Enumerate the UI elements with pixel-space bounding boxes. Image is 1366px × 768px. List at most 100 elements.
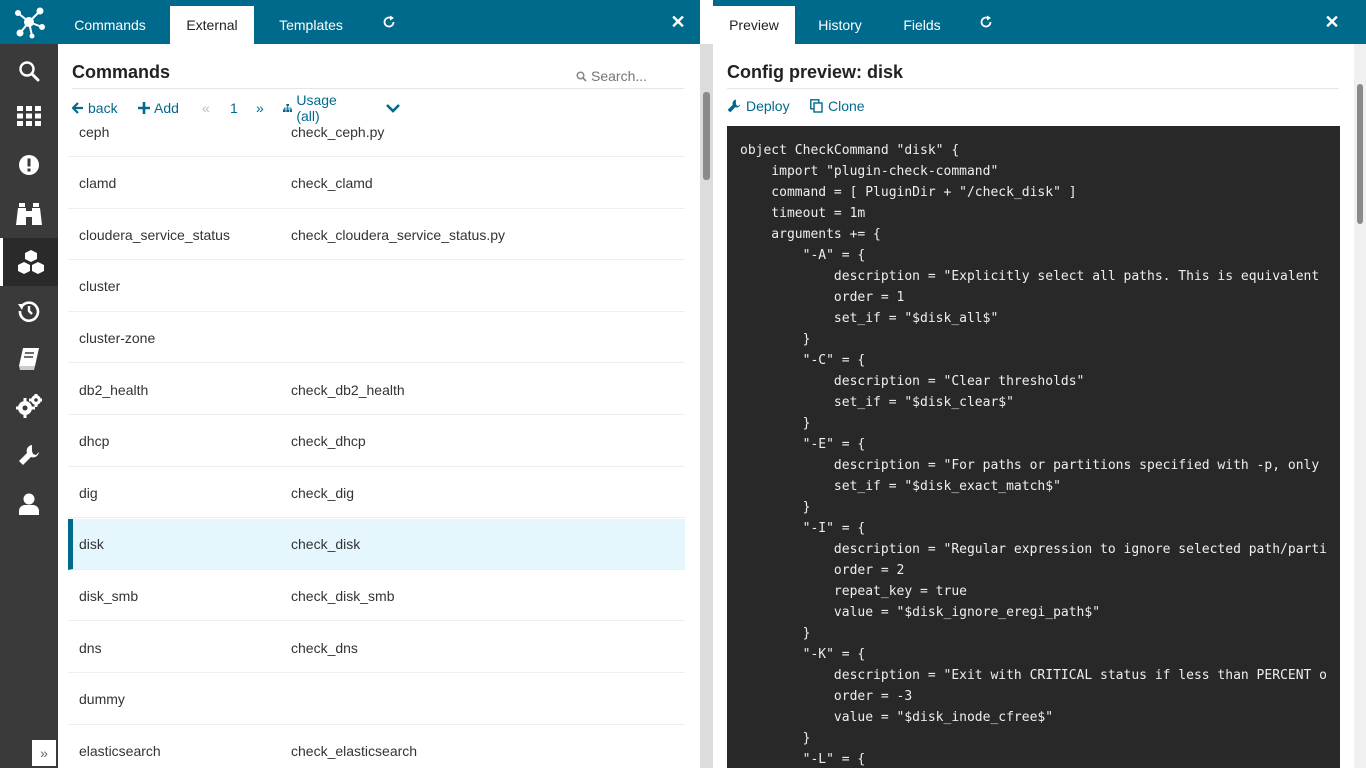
right-scrollbar-thumb[interactable] xyxy=(1357,84,1363,224)
nav-overview[interactable] xyxy=(0,190,58,238)
search-icon xyxy=(576,70,587,82)
table-row[interactable]: clamd check_clamd xyxy=(68,158,685,209)
table-row[interactable]: cluster xyxy=(68,261,685,312)
left-scrollbar[interactable] xyxy=(700,44,713,768)
main-sidebar: » xyxy=(0,0,58,768)
preview-panel: Preview History Fields ✕ Config preview:… xyxy=(713,0,1366,768)
nav-documentation[interactable] xyxy=(0,335,58,383)
table-row[interactable]: dns check_dns xyxy=(68,622,685,673)
nav-director[interactable] xyxy=(0,238,58,286)
command-executable: check_db2_health xyxy=(291,381,405,398)
table-row[interactable]: ceph check_ceph.py xyxy=(68,106,685,157)
tab-history[interactable]: History xyxy=(803,6,877,44)
wrench-icon xyxy=(727,99,741,113)
clone-label: Clone xyxy=(828,98,865,114)
command-name: dummy xyxy=(79,691,125,708)
nav-configuration[interactable] xyxy=(0,382,58,430)
command-executable: check_dns xyxy=(291,639,358,656)
alert-icon xyxy=(19,155,39,175)
tab-templates[interactable]: Templates xyxy=(264,6,358,44)
logo-icon[interactable] xyxy=(0,0,58,44)
command-executable: check_dig xyxy=(291,484,355,501)
wrench-icon xyxy=(19,445,39,465)
command-name: dhcp xyxy=(79,433,110,450)
tab-preview[interactable]: Preview xyxy=(713,6,795,44)
deploy-label: Deploy xyxy=(746,98,790,114)
command-name: cloudera_service_status xyxy=(79,226,230,243)
command-name: disk_smb xyxy=(79,587,139,604)
command-executable: check_cloudera_service_status.py xyxy=(291,226,506,243)
search-box xyxy=(576,64,686,88)
copy-icon xyxy=(810,99,823,113)
commands-panel: Commands External Templates ✕ Commands b… xyxy=(58,0,700,768)
command-name: ceph xyxy=(79,123,110,140)
search-input[interactable] xyxy=(587,67,682,85)
nav-dashboard[interactable] xyxy=(0,92,58,140)
command-executable: check_ceph.py xyxy=(291,123,385,140)
left-close-button[interactable]: ✕ xyxy=(666,10,690,34)
deploy-link[interactable]: Deploy xyxy=(727,96,790,116)
command-name: cluster-zone xyxy=(79,329,156,346)
command-executable: check_disk_smb xyxy=(291,587,395,604)
tab-fields[interactable]: Fields xyxy=(889,6,955,44)
right-scrollbar[interactable] xyxy=(1354,44,1366,768)
command-name: disk xyxy=(79,536,104,553)
left-tabbar: Commands External Templates ✕ xyxy=(58,0,700,44)
table-row[interactable]: disk check_disk xyxy=(68,518,685,570)
command-name: cluster xyxy=(79,278,121,295)
dashboard-grid-icon xyxy=(17,106,41,126)
page-title: Commands xyxy=(72,62,171,82)
double-chevron-right-icon: » xyxy=(40,745,48,761)
nav-user[interactable] xyxy=(0,480,58,528)
right-refresh-button[interactable] xyxy=(976,12,996,32)
nav-history[interactable] xyxy=(0,287,58,335)
right-tabbar: Preview History Fields ✕ xyxy=(713,0,1366,44)
close-icon: ✕ xyxy=(670,11,686,32)
command-name: dns xyxy=(79,639,102,656)
history-icon xyxy=(18,301,40,322)
tab-label: External xyxy=(186,17,238,33)
config-code: object CheckCommand "disk" { import "plu… xyxy=(740,143,1327,767)
tab-label: Commands xyxy=(74,17,146,33)
tab-label: Fields xyxy=(903,17,941,33)
nav-problems[interactable] xyxy=(0,141,58,189)
table-row[interactable]: cloudera_service_status check_cloudera_se… xyxy=(68,209,685,261)
collapse-sidebar-button[interactable]: » xyxy=(32,740,56,766)
command-name: clamd xyxy=(79,175,117,192)
clone-link[interactable]: Clone xyxy=(810,96,865,116)
gears-icon xyxy=(16,394,42,418)
search-icon xyxy=(19,61,40,82)
command-name: db2_health xyxy=(79,381,149,398)
tab-label: Templates xyxy=(279,17,343,33)
tab-commands[interactable]: Commands xyxy=(58,6,162,44)
tab-label: Preview xyxy=(729,17,779,33)
title-divider xyxy=(72,88,684,89)
command-name: elasticsearch xyxy=(79,742,161,759)
table-row[interactable]: dig check_dig xyxy=(68,467,685,519)
refresh-icon xyxy=(383,15,395,28)
table-row[interactable]: elasticsearch check_elasticsearch xyxy=(68,725,685,768)
command-executable: check_disk xyxy=(291,536,361,553)
command-executable: check_dhcp xyxy=(291,433,366,450)
command-executable: check_clamd xyxy=(291,175,373,192)
cubes-icon xyxy=(17,250,44,274)
table-row[interactable]: db2_health check_db2_health xyxy=(68,364,685,415)
table-row[interactable]: cluster-zone xyxy=(68,312,685,364)
tab-external[interactable]: External xyxy=(170,6,254,44)
user-icon xyxy=(19,493,39,515)
refresh-icon xyxy=(980,15,992,28)
nav-search[interactable] xyxy=(0,47,58,95)
table-row[interactable]: dhcp check_dhcp xyxy=(68,416,685,467)
table-row[interactable]: dummy xyxy=(68,674,685,725)
close-icon: ✕ xyxy=(1324,11,1340,32)
right-close-button[interactable]: ✕ xyxy=(1320,10,1344,34)
left-refresh-button[interactable] xyxy=(379,12,399,32)
config-code-block: object CheckCommand "disk" { import "plu… xyxy=(727,126,1340,768)
commands-table: ceph check_ceph.pyclamd check_clamdclouder… xyxy=(68,106,685,768)
command-name: dig xyxy=(79,484,98,501)
left-scrollbar-thumb[interactable] xyxy=(703,92,710,180)
binoculars-icon xyxy=(16,203,42,225)
table-row[interactable]: disk_smb check_disk_smb xyxy=(68,570,685,622)
preview-title: Config preview: disk xyxy=(727,62,904,82)
nav-system[interactable] xyxy=(0,431,58,479)
